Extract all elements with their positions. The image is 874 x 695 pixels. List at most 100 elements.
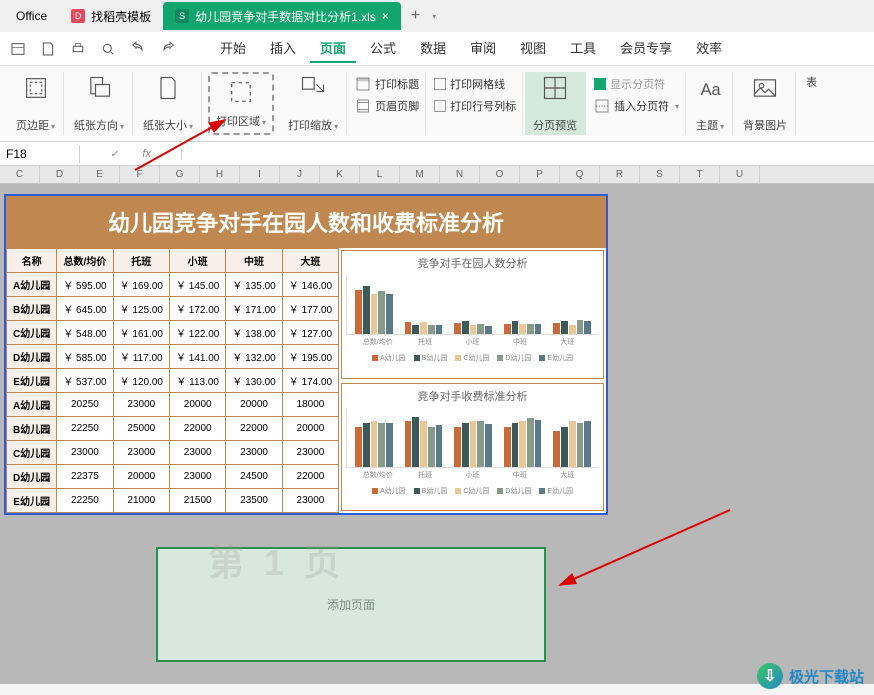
- table-cell[interactable]: 23000: [57, 441, 113, 465]
- table-cell[interactable]: 23000: [169, 465, 225, 489]
- table-cell[interactable]: 22000: [169, 417, 225, 441]
- table-cell[interactable]: ￥ 172.00: [169, 297, 225, 321]
- table-cell[interactable]: 22250: [57, 417, 113, 441]
- table-cell[interactable]: 20000: [226, 393, 282, 417]
- table-cell[interactable]: B幼儿园: [7, 417, 57, 441]
- page-break-preview-button[interactable]: 分页预览: [525, 72, 586, 135]
- table-cell[interactable]: 24500: [226, 465, 282, 489]
- undo-icon[interactable]: [130, 41, 146, 57]
- new-tab-button[interactable]: +: [401, 7, 430, 25]
- table-cell[interactable]: ￥ 122.00: [169, 321, 225, 345]
- table-cell[interactable]: 23000: [169, 441, 225, 465]
- table-cell[interactable]: 23000: [113, 441, 169, 465]
- menu-tool[interactable]: 工具: [560, 34, 606, 63]
- col-header[interactable]: H: [200, 166, 240, 183]
- bg-image-button[interactable]: 背景图片: [735, 72, 796, 135]
- table-button[interactable]: 表: [798, 72, 825, 135]
- col-header[interactable]: C: [0, 166, 40, 183]
- tab-current-file[interactable]: S幼儿园竞争对手数据对比分析1.xls×: [163, 2, 401, 30]
- table-cell[interactable]: 20250: [57, 393, 113, 417]
- table-cell[interactable]: 21000: [113, 489, 169, 513]
- print-area-button[interactable]: 打印区域: [208, 72, 274, 135]
- table-cell[interactable]: E幼儿园: [7, 489, 57, 513]
- home-icon[interactable]: [10, 41, 26, 57]
- table-cell[interactable]: ￥ 130.00: [226, 369, 282, 393]
- table-cell[interactable]: 23000: [282, 441, 338, 465]
- col-header[interactable]: E: [80, 166, 120, 183]
- table-cell[interactable]: ￥ 141.00: [169, 345, 225, 369]
- redo-icon[interactable]: [160, 41, 176, 57]
- table-cell[interactable]: ￥ 195.00: [282, 345, 338, 369]
- col-header[interactable]: T: [680, 166, 720, 183]
- menu-insert[interactable]: 插入: [260, 34, 306, 63]
- table-cell[interactable]: ￥ 537.00: [57, 369, 113, 393]
- col-header[interactable]: P: [520, 166, 560, 183]
- tab-templates[interactable]: D找稻壳模板: [59, 2, 163, 30]
- col-header[interactable]: F: [120, 166, 160, 183]
- table-cell[interactable]: ￥ 125.00: [113, 297, 169, 321]
- table-cell[interactable]: A幼儿园: [7, 273, 57, 297]
- margins-button[interactable]: 页边距: [8, 72, 64, 135]
- header-footer-button[interactable]: 页眉页脚: [355, 98, 419, 114]
- table-cell[interactable]: ￥ 645.00: [57, 297, 113, 321]
- menu-efficiency[interactable]: 效率: [686, 34, 732, 63]
- col-header[interactable]: R: [600, 166, 640, 183]
- table-cell[interactable]: ￥ 120.00: [113, 369, 169, 393]
- col-header[interactable]: M: [400, 166, 440, 183]
- table-cell[interactable]: ￥ 135.00: [226, 273, 282, 297]
- table-cell[interactable]: ￥ 177.00: [282, 297, 338, 321]
- table-cell[interactable]: ￥ 132.00: [226, 345, 282, 369]
- print-titles-button[interactable]: 打印标题: [355, 76, 419, 92]
- col-header[interactable]: S: [640, 166, 680, 183]
- table-cell[interactable]: 20000: [169, 393, 225, 417]
- table-cell[interactable]: C幼儿园: [7, 321, 57, 345]
- table-cell[interactable]: ￥ 169.00: [113, 273, 169, 297]
- col-header[interactable]: O: [480, 166, 520, 183]
- table-cell[interactable]: ￥ 138.00: [226, 321, 282, 345]
- table-cell[interactable]: 20000: [282, 417, 338, 441]
- add-page-area[interactable]: 添加页面: [156, 547, 546, 662]
- table-cell[interactable]: 22000: [226, 417, 282, 441]
- table-cell[interactable]: 23500: [226, 489, 282, 513]
- table-cell[interactable]: 22250: [57, 489, 113, 513]
- tab-office[interactable]: Office: [4, 2, 59, 30]
- table-cell[interactable]: A幼儿园: [7, 393, 57, 417]
- col-header[interactable]: D: [40, 166, 80, 183]
- table-cell[interactable]: D幼儿园: [7, 345, 57, 369]
- menu-review[interactable]: 审阅: [460, 34, 506, 63]
- table-cell[interactable]: ￥ 585.00: [57, 345, 113, 369]
- col-header[interactable]: Q: [560, 166, 600, 183]
- col-header[interactable]: G: [160, 166, 200, 183]
- table-cell[interactable]: 20000: [113, 465, 169, 489]
- table-cell[interactable]: 18000: [282, 393, 338, 417]
- table-cell[interactable]: ￥ 145.00: [169, 273, 225, 297]
- tab-overflow[interactable]: [430, 11, 436, 22]
- fx-button[interactable]: ✓fx: [80, 148, 182, 160]
- sheet-area[interactable]: 幼儿园竞争对手在园人数和收费标准分析 名称总数/均价托班小班中班大班A幼儿园￥ …: [0, 184, 874, 684]
- print-scale-button[interactable]: 打印缩放: [280, 72, 347, 135]
- menu-view[interactable]: 视图: [510, 34, 556, 63]
- table-cell[interactable]: 21500: [169, 489, 225, 513]
- table-cell[interactable]: 23000: [113, 393, 169, 417]
- menu-start[interactable]: 开始: [210, 34, 256, 63]
- col-header[interactable]: N: [440, 166, 480, 183]
- table-cell[interactable]: 23000: [282, 489, 338, 513]
- print-rowcol-check[interactable]: 打印行号列标: [434, 98, 516, 114]
- col-header[interactable]: L: [360, 166, 400, 183]
- print-gridlines-check[interactable]: 打印网格线: [434, 76, 516, 92]
- table-cell[interactable]: ￥ 117.00: [113, 345, 169, 369]
- table-cell[interactable]: ￥ 161.00: [113, 321, 169, 345]
- col-header[interactable]: K: [320, 166, 360, 183]
- table-cell[interactable]: C幼儿园: [7, 441, 57, 465]
- menu-data[interactable]: 数据: [410, 34, 456, 63]
- table-cell[interactable]: ￥ 595.00: [57, 273, 113, 297]
- show-break-check[interactable]: 显示分页符: [594, 76, 679, 92]
- col-header[interactable]: I: [240, 166, 280, 183]
- menu-formula[interactable]: 公式: [360, 34, 406, 63]
- cell-reference-input[interactable]: F18: [0, 145, 80, 163]
- table-cell[interactable]: 23000: [226, 441, 282, 465]
- save-icon[interactable]: [40, 41, 56, 57]
- orientation-button[interactable]: 纸张方向: [66, 72, 133, 135]
- table-cell[interactable]: 25000: [113, 417, 169, 441]
- col-header[interactable]: U: [720, 166, 760, 183]
